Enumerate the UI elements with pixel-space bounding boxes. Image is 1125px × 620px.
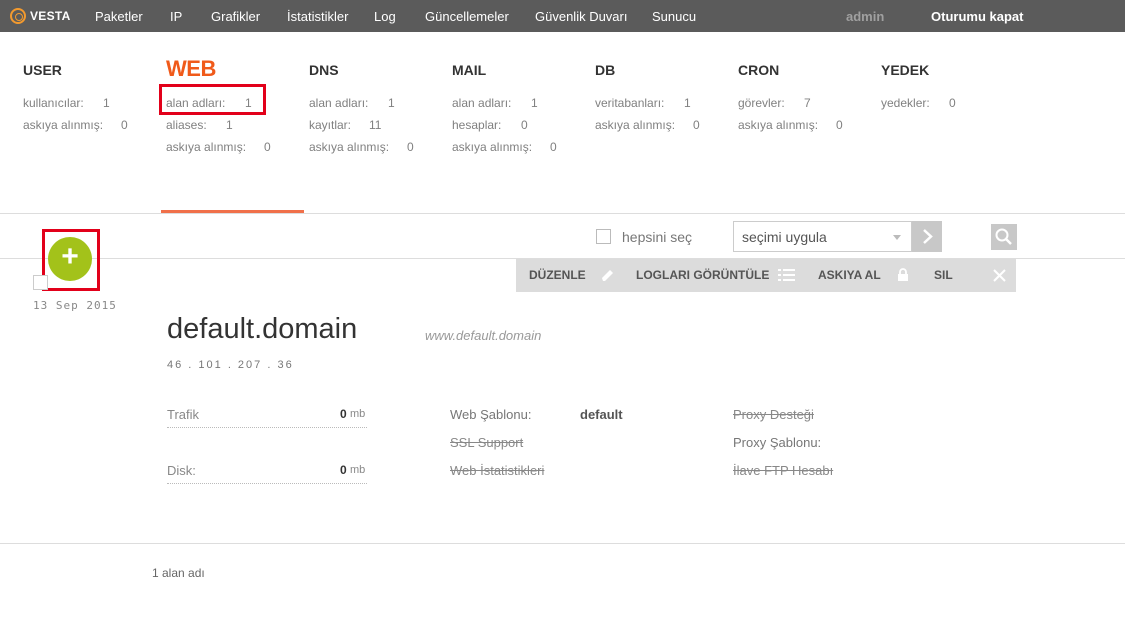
nav-updates[interactable]: Güncellemeler: [425, 9, 509, 24]
stat-mail-row-2: askıya alınmış: 0: [452, 140, 557, 154]
edit-button[interactable]: DÜZENLE: [529, 268, 586, 282]
ssl-support: SSL Support: [450, 435, 524, 450]
nav-ip[interactable]: IP: [170, 9, 182, 24]
chevron-right-icon: [923, 229, 933, 244]
disk-value: 0: [340, 463, 347, 477]
web-statistics: Web İstatistikleri: [450, 463, 545, 478]
nav-firewall[interactable]: Güvenlik Duvarı: [535, 9, 627, 24]
stat-dns-row-0: alan adları: 1: [309, 96, 395, 110]
stat-web-row-2: askıya alınmış: 0: [166, 140, 271, 154]
vesta-logo-icon: [10, 8, 26, 24]
nav-statistics[interactable]: İstatistikler: [287, 9, 348, 24]
stat-web[interactable]: WEB alan adları: 1 aliases: 1 askıya alınm…: [166, 56, 271, 154]
select-all-checkbox[interactable]: [596, 229, 611, 244]
logo-text: VESTA: [30, 9, 71, 23]
list-icon: [778, 269, 795, 281]
stat-user[interactable]: USER kullanıcılar: 1 askıya alınmış: 0: [23, 62, 128, 132]
logout-link[interactable]: Oturumu kapat: [931, 9, 1023, 24]
stat-cron[interactable]: CRON görevler: 7 askıya alınmış: 0: [738, 62, 843, 132]
stat-mail-title[interactable]: MAIL: [452, 62, 486, 82]
stat-web-title[interactable]: WEB: [166, 56, 216, 82]
stat-dns[interactable]: DNS alan adları: 1 kayıtlar: 11 askıya alı…: [309, 62, 414, 154]
stat-backup-title[interactable]: YEDEK: [881, 62, 929, 82]
select-all-label: hepsini seç: [622, 229, 693, 245]
vesta-logo[interactable]: VESTA: [10, 7, 71, 25]
nav-server[interactable]: Sunucu: [652, 9, 696, 24]
delete-button[interactable]: SIL: [934, 268, 953, 282]
proxy-support: Proxy Desteği: [733, 407, 814, 422]
disk-divider: [167, 483, 367, 484]
stat-dns-row-2: askıya alınmış: 0: [309, 140, 414, 154]
footer-divider: [0, 543, 1125, 544]
stat-mail-row-1: hesaplar: 0: [452, 118, 528, 132]
ip-address: 46 . 101 . 207 . 36: [167, 359, 294, 371]
item-date: 13 Sep 2015: [33, 299, 117, 312]
domain-name: default.domain: [167, 313, 358, 345]
view-logs-button[interactable]: LOGLARI GÖRÜNTÜLE: [636, 268, 769, 282]
stat-dns-row-1: kayıtlar: 11: [309, 118, 382, 132]
web-template-label: Web Şablonu:: [450, 407, 532, 422]
bulk-action-select[interactable]: seçimi uygula: [733, 221, 912, 252]
domain-count: 1 alan adı: [152, 566, 205, 580]
stat-backup[interactable]: YEDEK yedekler: 0: [881, 62, 956, 110]
stat-mail-row-0: alan adları: 1: [452, 96, 538, 110]
row-checkbox[interactable]: [33, 275, 48, 290]
stat-cron-row-0: görevler: 7: [738, 96, 811, 110]
nav-user[interactable]: admin: [846, 9, 884, 24]
nav-graphs[interactable]: Grafikler: [211, 9, 260, 24]
stat-db-title[interactable]: DB: [595, 62, 615, 82]
stat-user-row-0: kullanıcılar: 1: [23, 96, 110, 110]
action-bar: DÜZENLE LOGLARI GÖRÜNTÜLE ASKIYA AL SIL: [516, 259, 1016, 292]
stat-cron-row-1: askıya alınmış: 0: [738, 118, 843, 132]
traffic-value: 0: [340, 407, 347, 421]
suspend-button[interactable]: ASKIYA AL: [818, 268, 881, 282]
stat-db[interactable]: DB veritabanları: 1 askıya alınmış: 0: [595, 62, 700, 132]
stat-dns-title[interactable]: DNS: [309, 62, 339, 82]
disk-unit: mb: [350, 464, 366, 476]
web-template-value: default: [580, 407, 623, 422]
stat-db-row-1: askıya alınmış: 0: [595, 118, 700, 132]
search-button[interactable]: [991, 224, 1017, 250]
stat-cron-title[interactable]: CRON: [738, 62, 779, 82]
lock-icon: [898, 268, 908, 281]
close-icon: [993, 269, 1006, 282]
traffic-unit: mb: [350, 408, 366, 420]
stat-backup-row-0: yedekler: 0: [881, 96, 956, 110]
nav-log[interactable]: Log: [374, 9, 396, 24]
proxy-template-label: Proxy Şablonu:: [733, 435, 822, 450]
stat-mail[interactable]: MAIL alan adları: 1 hesaplar: 0 askıya alı…: [452, 62, 557, 154]
traffic-divider: [167, 427, 367, 428]
divider: [0, 213, 1125, 214]
disk-label: Disk:: [167, 463, 196, 478]
search-icon: [995, 228, 1012, 245]
chevron-down-icon: [893, 235, 901, 240]
stat-web-row-1: aliases: 1: [166, 118, 233, 132]
extra-ftp-account: İlave FTP Hesabı: [733, 463, 834, 478]
domain-alias: www.default.domain: [425, 328, 542, 343]
traffic-label: Trafik: [167, 407, 200, 422]
stat-user-title[interactable]: USER: [23, 62, 62, 82]
bulk-action-value: seçimi uygula: [742, 229, 827, 245]
stat-db-row-0: veritabanları: 1: [595, 96, 691, 110]
highlight-box: [159, 84, 266, 115]
apply-button[interactable]: [912, 221, 942, 252]
stat-user-row-1: askıya alınmış: 0: [23, 118, 128, 132]
pencil-icon: [602, 270, 613, 281]
add-button-highlight: [42, 229, 100, 291]
top-nav: VESTA Paketler IP Grafikler İstatistikle…: [0, 0, 1125, 32]
nav-packages[interactable]: Paketler: [95, 9, 143, 24]
